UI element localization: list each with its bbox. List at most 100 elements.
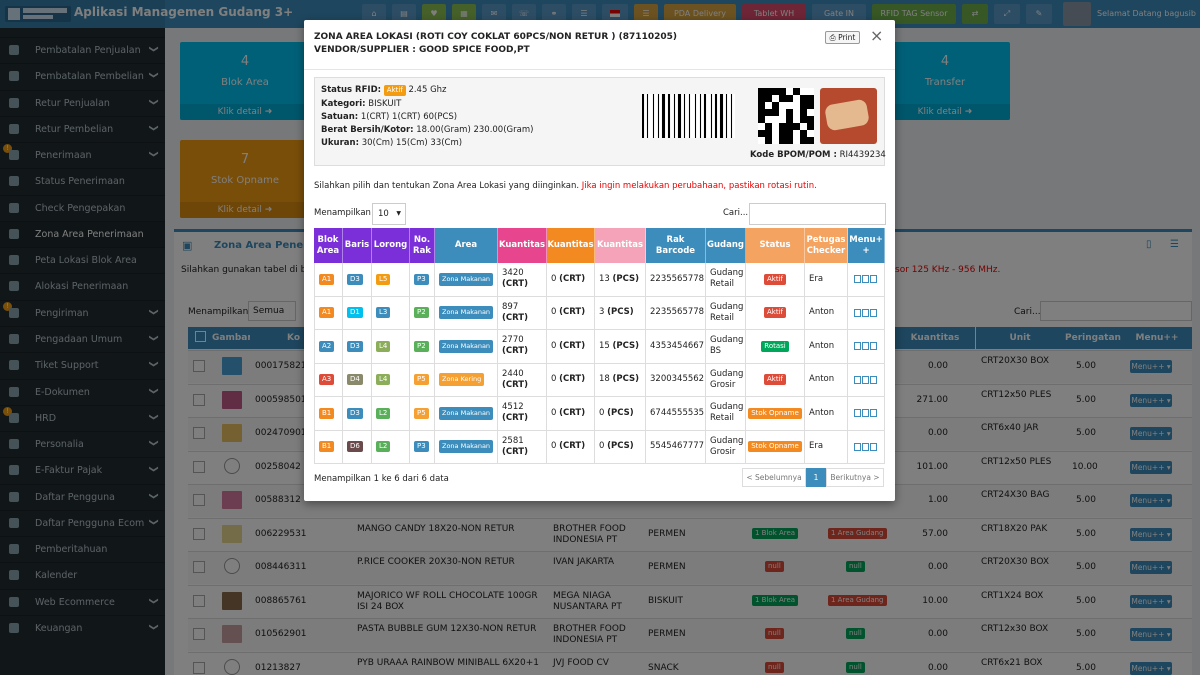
area-badge: Zona Makanan — [439, 406, 494, 420]
table-info: Menampilkan 1 ke 6 dari 6 data — [314, 474, 449, 484]
cell-status: Aktif — [746, 296, 805, 330]
delete-icon[interactable] — [870, 442, 877, 451]
baris-badge: D6 — [347, 441, 363, 453]
edit-icon[interactable] — [862, 308, 869, 317]
cell-gudang: Gudang Grosir — [706, 430, 746, 464]
col-gudang[interactable]: Gudang — [706, 228, 746, 263]
col-area[interactable]: Area — [435, 228, 498, 263]
col-no-rak[interactable]: No. Rak — [410, 228, 435, 263]
product-qrcode — [758, 88, 814, 144]
cell-kuantitas-1: 2440 (CRT) — [498, 363, 547, 397]
delete-icon[interactable] — [870, 375, 877, 384]
product-barcode — [642, 94, 746, 138]
cell-menu — [848, 363, 885, 397]
cell-rak: P3 — [410, 430, 435, 464]
area-badge: Zona Makanan — [439, 440, 494, 454]
col-blok-area[interactable]: Blok Area — [314, 228, 343, 263]
modal-search-input[interactable] — [749, 203, 886, 225]
edit-icon[interactable] — [862, 375, 869, 384]
rak-badge: P2 — [414, 307, 429, 319]
view-icon[interactable] — [854, 308, 861, 317]
edit-icon[interactable] — [862, 342, 869, 351]
cell-menu — [848, 330, 885, 364]
cell-rak: P5 — [410, 363, 435, 397]
cell-area: Zona Kering — [435, 363, 498, 397]
cell-kuantitas-3: 0 (PCS) — [595, 397, 646, 431]
col-kuantitas-3[interactable]: Kuantitas — [595, 228, 646, 263]
cell-blok: A2 — [314, 330, 343, 364]
cell-checker: Era — [805, 263, 848, 297]
cell-kuantitas-1: 3420 (CRT) — [498, 263, 547, 297]
view-icon[interactable] — [854, 409, 861, 418]
area-badge: Zona Makanan — [439, 339, 494, 353]
cell-menu — [848, 263, 885, 297]
cell-rak-barcode: 5545467777 — [646, 430, 706, 464]
status-badge: Stok Opname — [748, 407, 802, 419]
col-petugas-checker[interactable]: Petugas Checker — [805, 228, 848, 263]
instruction-text: Silahkan pilih dan tentukan Zona Area Lo… — [314, 181, 817, 191]
page-1-button[interactable]: 1 — [806, 468, 826, 487]
chevron-down-icon: ▼ — [396, 210, 401, 217]
edit-icon[interactable] — [862, 442, 869, 451]
blok-badge: A2 — [319, 340, 335, 352]
cell-rak-barcode: 6744555535 — [646, 397, 706, 431]
cell-checker: Anton — [805, 330, 848, 364]
view-icon[interactable] — [854, 342, 861, 351]
delete-icon[interactable] — [870, 409, 877, 418]
modal-title-vendor: VENDOR/SUPPLIER : GOOD SPICE FOOD,PT — [314, 45, 530, 55]
cell-baris: D3 — [343, 330, 372, 364]
baris-badge: D3 — [347, 273, 363, 285]
rak-badge: P3 — [414, 273, 429, 285]
modal-page-size-select[interactable]: 10 ▼ — [372, 203, 406, 225]
cell-kuantitas-1: 2581 (CRT) — [498, 430, 547, 464]
cell-kuantitas-2: 0 (CRT) — [547, 397, 595, 431]
col-menu[interactable]: Menu+ + — [848, 228, 885, 263]
view-icon[interactable] — [854, 375, 861, 384]
rak-badge: P5 — [414, 374, 429, 386]
cell-lorong: L5 — [372, 263, 410, 297]
cell-menu — [848, 296, 885, 330]
cell-checker: Era — [805, 430, 848, 464]
blok-badge: B1 — [319, 441, 335, 453]
cell-kuantitas-3: 13 (PCS) — [595, 263, 646, 297]
cell-gudang: Gudang Retail — [706, 263, 746, 297]
baris-badge: D3 — [347, 340, 363, 352]
modal-title: ZONA AREA LOKASI (ROTI COY COKLAT 60PCS/… — [314, 31, 677, 57]
delete-icon[interactable] — [870, 275, 877, 284]
cell-status: Stok Opname — [746, 397, 805, 431]
cell-baris: D4 — [343, 363, 372, 397]
next-page-button[interactable]: Berikutnya > — [826, 468, 884, 487]
close-icon[interactable]: × — [870, 27, 883, 45]
col-baris[interactable]: Baris — [343, 228, 372, 263]
area-badge: Zona Makanan — [439, 306, 494, 320]
view-icon[interactable] — [854, 275, 861, 284]
cell-kuantitas-2: 0 (CRT) — [547, 430, 595, 464]
col-status[interactable]: Status — [746, 228, 805, 263]
modal-show-label: Menampilkan — [314, 208, 371, 218]
lorong-badge: L2 — [376, 441, 391, 453]
view-icon[interactable] — [854, 442, 861, 451]
cell-kuantitas-2: 0 (CRT) — [547, 263, 595, 297]
lorong-badge: L3 — [376, 307, 391, 319]
edit-icon[interactable] — [862, 275, 869, 284]
blok-badge: A3 — [319, 374, 335, 386]
cell-status: Rotasi — [746, 330, 805, 364]
cell-area: Zona Makanan — [435, 397, 498, 431]
cell-kuantitas-1: 897 (CRT) — [498, 296, 547, 330]
cell-rak-barcode: 4353454667 — [646, 330, 706, 364]
cell-kuantitas-3: 15 (PCS) — [595, 330, 646, 364]
col-lorong[interactable]: Lorong — [372, 228, 410, 263]
delete-icon[interactable] — [870, 308, 877, 317]
cell-rak: P2 — [410, 330, 435, 364]
col-kuantitas-1[interactable]: Kuantitas — [498, 228, 547, 263]
cell-blok: A3 — [314, 363, 343, 397]
cell-blok: A1 — [314, 263, 343, 297]
prev-page-button[interactable]: < Sebelumnya — [742, 468, 806, 487]
cell-blok: A1 — [314, 296, 343, 330]
edit-icon[interactable] — [862, 409, 869, 418]
kategori-line: Kategori: BISKUIT — [321, 99, 402, 109]
col-rak-barcode[interactable]: Rak Barcode — [646, 228, 706, 263]
print-button[interactable]: ⎙ Print — [825, 31, 860, 44]
col-kuantitas-2[interactable]: Kuantitas — [547, 228, 595, 263]
delete-icon[interactable] — [870, 342, 877, 351]
